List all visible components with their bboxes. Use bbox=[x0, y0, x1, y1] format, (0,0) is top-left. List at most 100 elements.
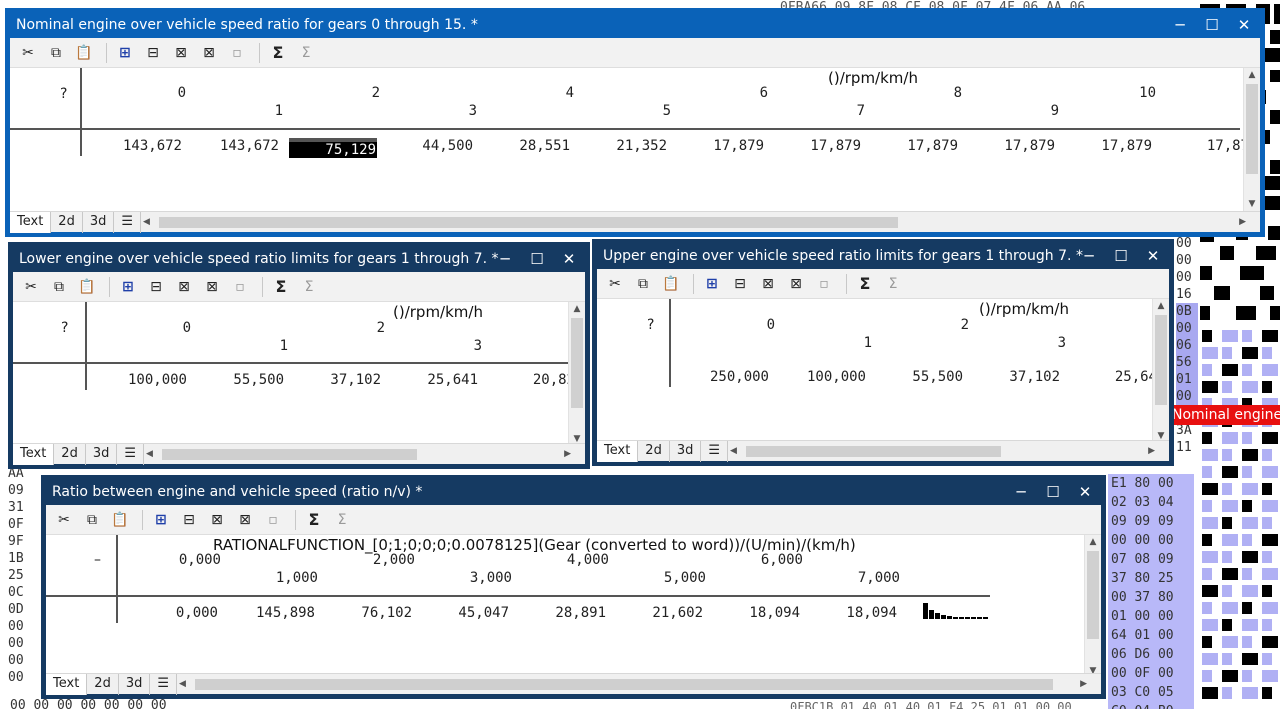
maximize-button[interactable]: ☐ bbox=[521, 247, 553, 272]
close-button[interactable]: ✕ bbox=[1228, 13, 1260, 38]
column-header[interactable]: 3 bbox=[422, 338, 482, 354]
sum-check-icon[interactable]: Σ bbox=[266, 41, 290, 65]
data-cell[interactable]: 145,898 bbox=[228, 605, 316, 621]
data-cell[interactable]: 21,352 bbox=[580, 138, 668, 154]
scroll-right-arrow[interactable]: ▶ bbox=[1239, 214, 1246, 231]
hex-row[interactable]: 64 01 00 bbox=[1108, 626, 1194, 645]
horizontal-scrollbar[interactable]: ◀ ▶ bbox=[728, 443, 1157, 460]
insert-disabled-icon[interactable]: ▫ bbox=[261, 508, 285, 532]
delete-column-icon[interactable]: ⊠ bbox=[233, 508, 257, 532]
copy-icon[interactable]: ⧉ bbox=[44, 41, 68, 65]
data-cell[interactable]: 55,500 bbox=[197, 372, 285, 388]
tab-text[interactable]: Text bbox=[13, 443, 55, 465]
scroll-right-arrow[interactable]: ▶ bbox=[564, 446, 571, 463]
sum-check-icon[interactable]: Σ bbox=[302, 508, 326, 532]
sum-check-icon[interactable]: Σ bbox=[269, 275, 293, 299]
minimize-button[interactable]: ─ bbox=[1164, 13, 1196, 38]
column-header[interactable]: 3,000 bbox=[452, 570, 512, 586]
data-cell[interactable]: 17,879 bbox=[871, 138, 959, 154]
scroll-thumb[interactable] bbox=[1155, 315, 1167, 405]
tab-text[interactable]: Text bbox=[10, 211, 52, 233]
insert-row-icon[interactable]: ⊞ bbox=[700, 272, 724, 296]
sum-disabled-icon[interactable]: Σ bbox=[297, 275, 321, 299]
tab-menu[interactable]: ☰ bbox=[114, 211, 142, 233]
tab-3d[interactable]: 3d bbox=[119, 673, 151, 695]
maximize-button[interactable]: ☐ bbox=[1037, 480, 1069, 505]
data-cell[interactable]: 25,641 bbox=[391, 372, 479, 388]
delete-column-icon[interactable]: ⊠ bbox=[200, 275, 224, 299]
data-cell[interactable]: 21,602 bbox=[616, 605, 704, 621]
cut-icon[interactable]: ✂ bbox=[603, 272, 627, 296]
remove-row-icon[interactable]: ⊟ bbox=[141, 41, 165, 65]
vertical-scrollbar[interactable]: ▲ ▼ bbox=[1084, 535, 1101, 678]
hex-byte[interactable]: 0B bbox=[1176, 303, 1198, 320]
copy-icon[interactable]: ⧉ bbox=[80, 508, 104, 532]
column-header[interactable]: 2 bbox=[325, 320, 385, 336]
insert-disabled-icon[interactable]: ▫ bbox=[228, 275, 252, 299]
tab-2d[interactable]: 2d bbox=[54, 443, 86, 465]
tab-3d[interactable]: 3d bbox=[83, 211, 115, 233]
column-header[interactable]: 1 bbox=[228, 338, 288, 354]
hex-row[interactable]: 00 0F 00 bbox=[1108, 664, 1194, 683]
close-button[interactable]: ✕ bbox=[553, 247, 585, 272]
hex-byte[interactable]: 00 bbox=[1176, 388, 1198, 405]
delete-row-icon[interactable]: ⊠ bbox=[172, 275, 196, 299]
data-cell[interactable]: 18,094 bbox=[810, 605, 898, 621]
data-cell[interactable]: 25,64 bbox=[1070, 369, 1158, 385]
scroll-right-arrow[interactable]: ▶ bbox=[1148, 443, 1155, 460]
insert-disabled-icon[interactable]: ▫ bbox=[225, 41, 249, 65]
data-cell[interactable]: 28,551 bbox=[483, 138, 571, 154]
scroll-up-arrow[interactable]: ▲ bbox=[1153, 301, 1169, 311]
data-cell[interactable]: 17,879 bbox=[677, 138, 765, 154]
tab-menu[interactable]: ☰ bbox=[117, 443, 145, 465]
sum-check-icon[interactable]: Σ bbox=[853, 272, 877, 296]
scroll-thumb[interactable] bbox=[746, 445, 1002, 457]
tab-menu[interactable]: ☰ bbox=[701, 440, 729, 462]
insert-disabled-icon[interactable]: ▫ bbox=[812, 272, 836, 296]
scroll-up-arrow[interactable]: ▲ bbox=[569, 304, 585, 314]
hex-byte[interactable]: 00 bbox=[1176, 320, 1198, 337]
title-bar[interactable]: Nominal engine over vehicle speed ratio … bbox=[10, 13, 1260, 38]
data-cell[interactable]: 100,000 bbox=[100, 372, 188, 388]
data-cell[interactable]: 28,891 bbox=[519, 605, 607, 621]
hex-row[interactable]: E1 80 00 bbox=[1108, 474, 1194, 493]
vertical-scrollbar[interactable]: ▲ ▼ bbox=[568, 302, 585, 446]
scroll-thumb[interactable] bbox=[159, 216, 899, 228]
close-button[interactable]: ✕ bbox=[1137, 244, 1169, 269]
data-cell[interactable]: 20,82 bbox=[488, 372, 576, 388]
tab-2d[interactable]: 2d bbox=[638, 440, 670, 462]
cut-icon[interactable]: ✂ bbox=[19, 275, 43, 299]
delete-row-icon[interactable]: ⊠ bbox=[205, 508, 229, 532]
maximize-button[interactable]: ☐ bbox=[1196, 13, 1228, 38]
scroll-thumb[interactable] bbox=[1246, 84, 1258, 174]
scroll-up-arrow[interactable]: ▲ bbox=[1244, 70, 1260, 80]
horizontal-scrollbar[interactable]: ◀ ▶ bbox=[144, 446, 573, 463]
paste-icon[interactable]: 📋 bbox=[108, 508, 132, 532]
hex-byte[interactable]: 00 bbox=[1176, 252, 1198, 269]
scroll-left-arrow[interactable]: ◀ bbox=[143, 214, 150, 231]
cut-icon[interactable]: ✂ bbox=[52, 508, 76, 532]
tab-3d[interactable]: 3d bbox=[86, 443, 118, 465]
copy-icon[interactable]: ⧉ bbox=[47, 275, 71, 299]
column-header[interactable]: 0 bbox=[131, 320, 191, 336]
title-bar[interactable]: Upper engine over vehicle speed ratio li… bbox=[597, 244, 1169, 269]
column-header[interactable]: 4 bbox=[514, 85, 574, 101]
hex-byte[interactable]: 01 bbox=[1176, 371, 1198, 388]
data-cell[interactable]: 44,500 bbox=[386, 138, 474, 154]
vertical-scrollbar[interactable]: ▲ ▼ bbox=[1243, 68, 1260, 211]
horizontal-scrollbar[interactable]: ◀ ▶ bbox=[177, 676, 1089, 693]
column-header[interactable]: 2 bbox=[320, 85, 380, 101]
remove-row-icon[interactable]: ⊟ bbox=[177, 508, 201, 532]
column-header[interactable]: 1 bbox=[223, 103, 283, 119]
column-header[interactable]: 2 bbox=[909, 317, 969, 333]
remove-row-icon[interactable]: ⊟ bbox=[144, 275, 168, 299]
scroll-left-arrow[interactable]: ◀ bbox=[179, 676, 186, 693]
delete-column-icon[interactable]: ⊠ bbox=[784, 272, 808, 296]
minimize-button[interactable]: ─ bbox=[1073, 244, 1105, 269]
hex-byte[interactable]: 06 bbox=[1176, 337, 1198, 354]
hex-row[interactable]: 06 D6 00 bbox=[1108, 645, 1194, 664]
data-cell[interactable]: 18,094 bbox=[713, 605, 801, 621]
column-header[interactable]: 3 bbox=[417, 103, 477, 119]
column-header[interactable]: 2,000 bbox=[355, 552, 415, 568]
scroll-thumb[interactable] bbox=[162, 448, 418, 460]
